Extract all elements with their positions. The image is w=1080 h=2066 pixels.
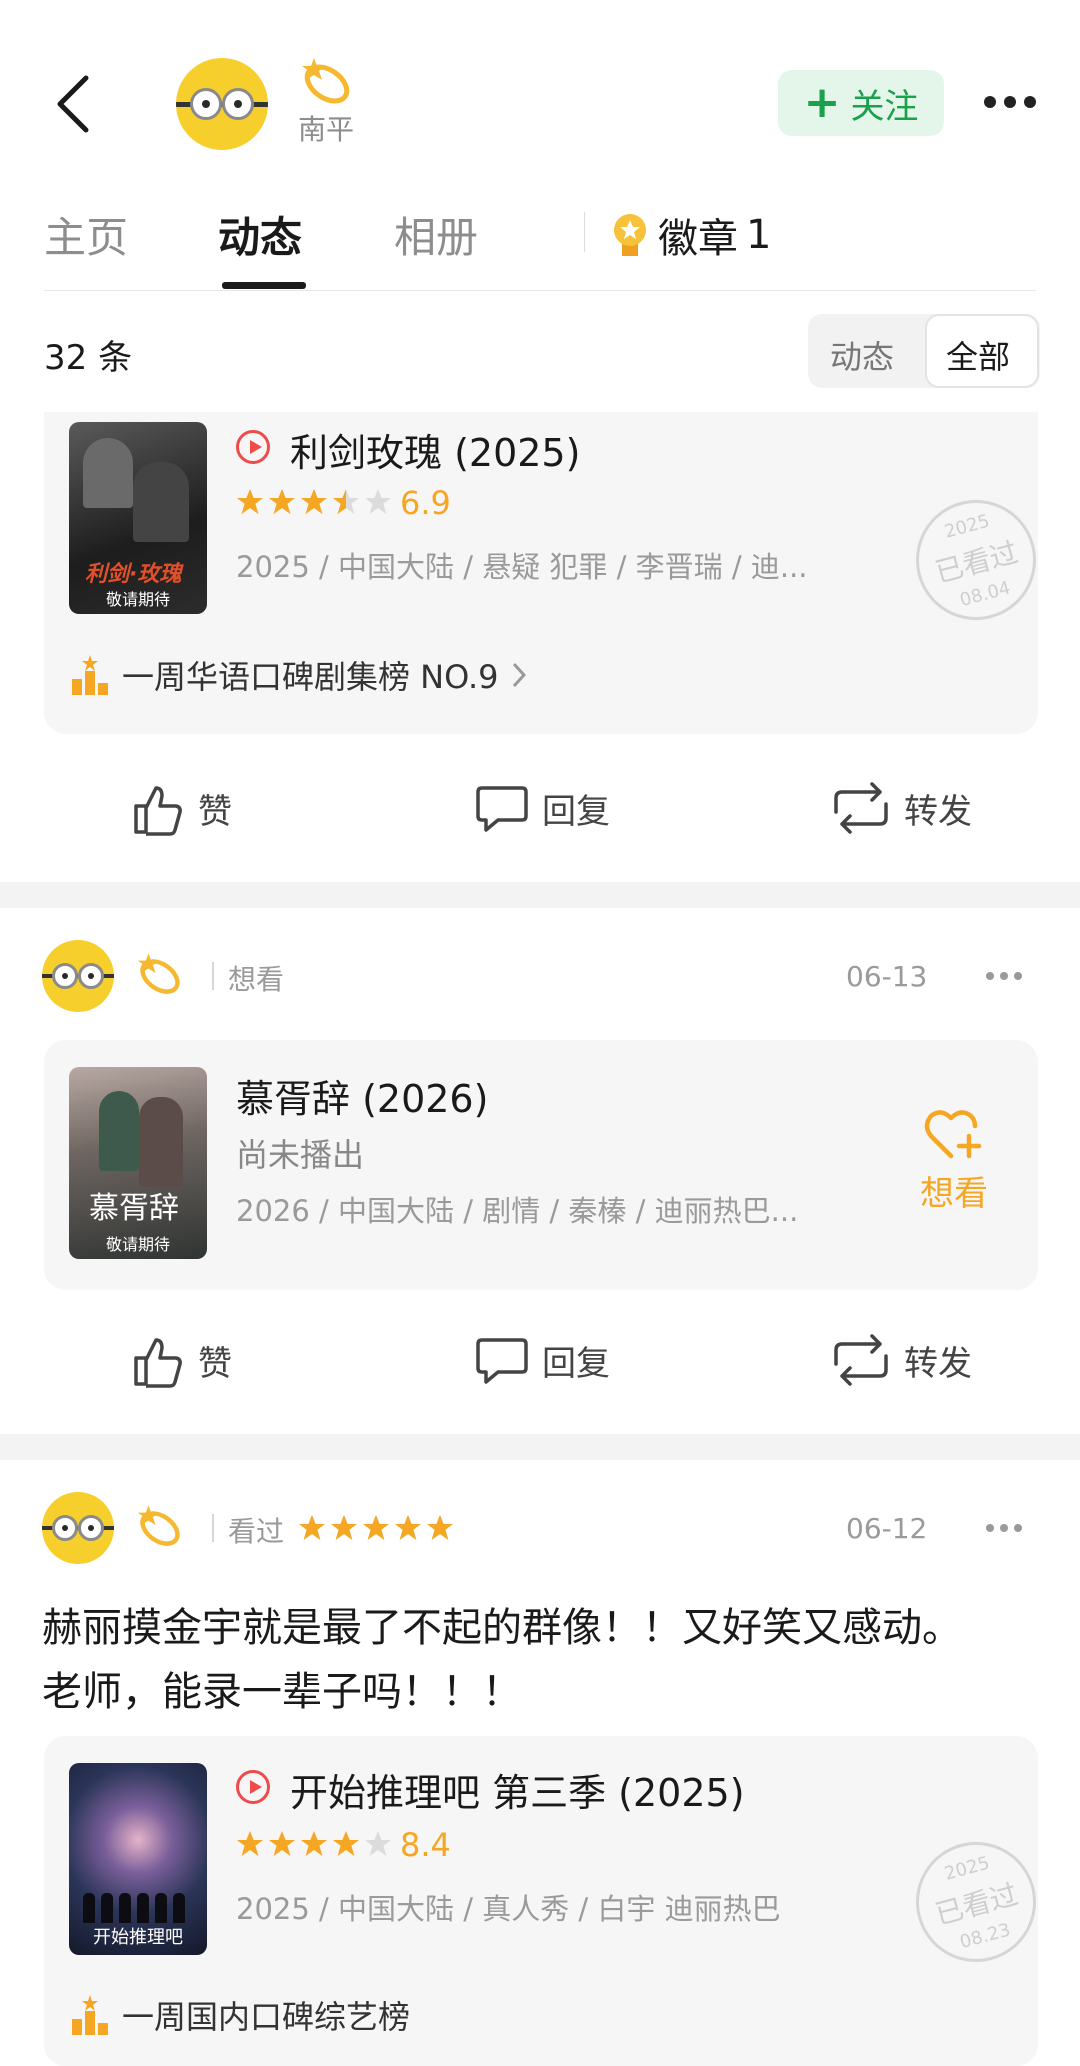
star-icon [365, 1831, 391, 1856]
item-meta: 2025 / 中国大陆 / 悬疑 犯罪 / 李晋瑞 / 迪... [236, 550, 808, 584]
post-more-button[interactable] [986, 972, 1022, 980]
status-separator [212, 1514, 214, 1542]
back-button[interactable] [54, 74, 94, 134]
chevron-right-icon [512, 662, 526, 688]
rating-score: 6.9 [400, 484, 451, 522]
repost-button[interactable]: 转发 [830, 780, 972, 836]
ranking-icon [72, 655, 108, 695]
poster-image: 开始推理吧 [69, 1763, 207, 1955]
follow-button[interactable]: + 关注 [778, 70, 944, 136]
post-more-button[interactable] [986, 1524, 1022, 1532]
status-separator [212, 962, 214, 990]
star-icon [333, 489, 359, 514]
star-icon [269, 489, 295, 514]
reply-button[interactable]: 回复 [474, 1332, 610, 1388]
tab-home[interactable]: 主页 [44, 204, 128, 265]
star-icon [363, 1515, 389, 1540]
avatar[interactable] [42, 940, 114, 1012]
like-button[interactable]: 赞 [130, 1332, 232, 1388]
item-meta: 2025 / 中国大陆 / 真人秀 / 白宇 迪丽热巴 [236, 1892, 781, 1926]
star-rating [236, 488, 396, 520]
star-icon [301, 1831, 327, 1856]
tab-badges[interactable]: 徽章 1 [610, 206, 771, 264]
star-icon [427, 1515, 453, 1540]
poster-image: 慕胥辞 敬请期待 [69, 1067, 207, 1259]
avatar[interactable] [42, 1492, 114, 1564]
level-badge-icon [300, 54, 354, 110]
activity-count: 32 条 [44, 338, 133, 378]
post-status: 想看 [228, 963, 285, 996]
star-rating [236, 1830, 396, 1862]
rank-link[interactable]: 一周华语口碑剧集榜 NO.9 [70, 652, 527, 698]
filter-option-activity[interactable]: 动态 [830, 332, 894, 378]
star-icon [301, 489, 327, 514]
chevron-left-icon [57, 75, 89, 133]
item-title[interactable]: 利剑玫瑰 (2025) [290, 422, 580, 477]
star-icon [237, 1831, 263, 1856]
like-button[interactable]: 赞 [130, 780, 232, 836]
item-meta: 2026 / 中国大陆 / 剧情 / 秦榛 / 迪丽热巴... [236, 1194, 799, 1228]
medal-icon [614, 214, 646, 256]
reply-button[interactable]: 回复 [474, 780, 610, 836]
star-icon [237, 489, 263, 514]
filter-option-all[interactable]: 全部 [946, 332, 1010, 378]
star-icon [331, 1515, 357, 1540]
section-gap [0, 1434, 1080, 1460]
active-tab-indicator [222, 282, 306, 289]
post-date: 06-12 [846, 1512, 928, 1545]
section-gap [0, 882, 1080, 908]
comment-icon [476, 786, 528, 832]
wish-button[interactable]: 想看 [920, 1106, 988, 1215]
play-icon [236, 430, 270, 464]
star-icon [299, 1515, 325, 1540]
username: 南平 [298, 113, 355, 146]
rank-link[interactable]: 一周国内口碑综艺榜 [70, 1992, 410, 2038]
post-date: 06-13 [846, 960, 928, 993]
play-icon [236, 1770, 270, 1804]
item-title[interactable]: 慕胥辞 (2026) [236, 1068, 488, 1123]
tab-activity[interactable]: 动态 [218, 204, 302, 265]
tabs-divider [44, 290, 1036, 291]
post-text: 赫丽摸金宇就是最了不起的群像！！又好笑又感动。 老师，能录一辈子吗！！！ [42, 1605, 962, 1715]
poster-image: 利剑·玫瑰 敬请期待 [69, 422, 207, 614]
avatar[interactable] [176, 58, 268, 150]
post-status: 看过 [228, 1515, 285, 1548]
repost-icon [834, 782, 888, 834]
item-title[interactable]: 开始推理吧 第三季 (2025) [290, 1762, 745, 1817]
star-icon [333, 1831, 359, 1856]
ranking-icon [72, 1995, 108, 2035]
star-icon [395, 1515, 421, 1540]
star-icon [365, 489, 391, 514]
star-icon [269, 1831, 295, 1856]
rating-score: 8.4 [400, 1826, 451, 1864]
thumbs-up-icon [134, 1338, 182, 1388]
level-badge-icon [136, 1502, 184, 1552]
comment-icon [476, 1338, 528, 1384]
more-options-button[interactable] [984, 96, 1036, 108]
tab-album[interactable]: 相册 [394, 204, 478, 265]
tab-separator [584, 212, 585, 252]
user-star-rating [298, 1514, 458, 1546]
thumbs-up-icon [134, 786, 182, 836]
item-status: 尚未播出 [236, 1136, 365, 1174]
repost-icon [834, 1334, 888, 1386]
repost-button[interactable]: 转发 [830, 1332, 972, 1388]
heart-plus-icon [924, 1110, 982, 1159]
level-badge-icon [136, 950, 184, 1000]
plus-icon: + [803, 77, 841, 128]
